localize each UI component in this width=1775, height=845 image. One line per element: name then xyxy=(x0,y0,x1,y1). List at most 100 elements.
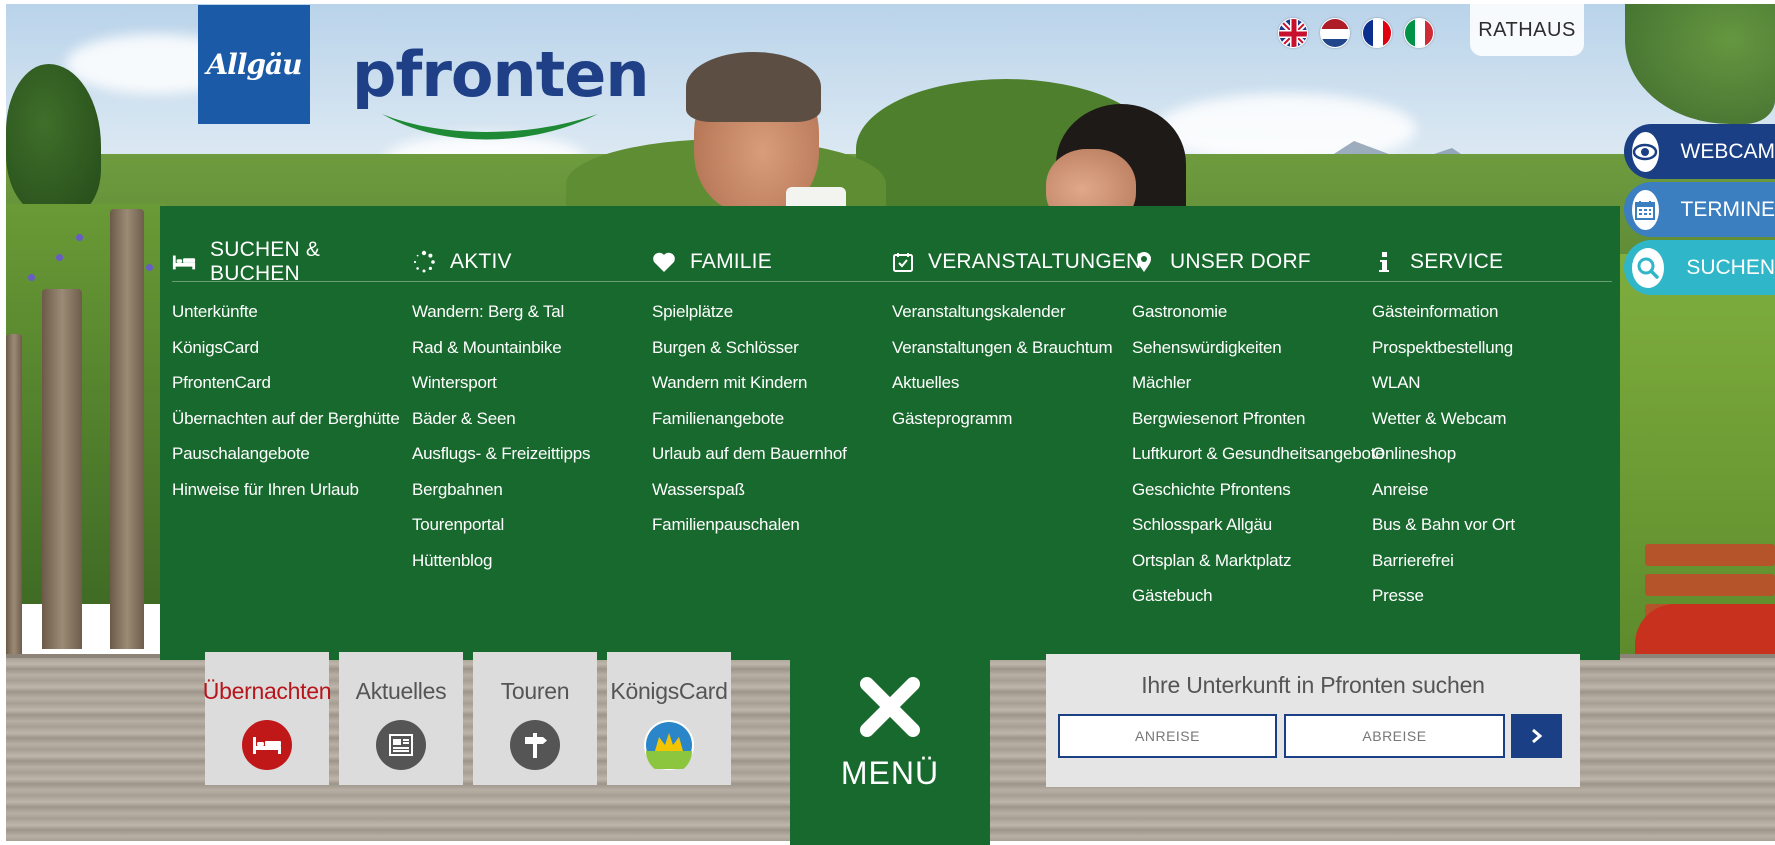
menu-link-tourenportal[interactable]: Tourenportal xyxy=(412,507,652,543)
menu-heading-veranstaltungen[interactable]: VERANSTALTUNGEN xyxy=(892,242,1141,282)
menu-close-button[interactable]: MENÜ xyxy=(790,652,990,845)
menu-heading-service[interactable]: SERVICE xyxy=(1372,242,1612,282)
logo-swoosh-icon xyxy=(382,114,598,140)
close-icon xyxy=(859,676,921,743)
menu-column-unser-dorf: UNSER DORF Gastronomie Sehenswürdigkeite… xyxy=(1132,242,1385,614)
calendar-icon xyxy=(1632,189,1659,230)
menu-column-suchen-buchen: SUCHEN & BUCHEN Unterkünfte KönigsCard P… xyxy=(172,238,412,508)
menu-link-maechler[interactable]: Mächler xyxy=(1132,365,1372,401)
tile-touren[interactable]: Touren xyxy=(473,652,597,785)
heart-icon xyxy=(652,250,676,274)
menu-link-familienpauschalen[interactable]: Familienpauschalen xyxy=(652,507,892,543)
menu-link-familienangebote[interactable]: Familienangebote xyxy=(652,401,892,437)
menu-link-huettenblog[interactable]: Hüttenblog xyxy=(412,543,652,579)
menu-link-presse[interactable]: Presse xyxy=(1372,578,1612,614)
search-submit-button[interactable] xyxy=(1511,714,1562,758)
koenigscard-icon xyxy=(644,720,694,770)
menu-heading-label: VERANSTALTUNGEN xyxy=(928,249,1142,273)
newspaper-icon xyxy=(376,720,426,770)
arrival-date-field[interactable]: ANREISE xyxy=(1058,714,1277,758)
signpost-icon xyxy=(510,720,560,770)
menu-link-unterkuenfte[interactable]: Unterkünfte xyxy=(172,294,412,330)
departure-date-field[interactable]: ABREISE xyxy=(1284,714,1505,758)
rathaus-button[interactable]: RATHAUS xyxy=(1470,4,1584,56)
menu-link-pauschalangebote[interactable]: Pauschalangebote xyxy=(172,436,412,472)
termine-tab[interactable]: TERMINE xyxy=(1624,182,1775,237)
menu-link-bergbahnen[interactable]: Bergbahnen xyxy=(412,472,652,508)
menu-link-geschichte[interactable]: Geschichte Pfrontens xyxy=(1132,472,1372,508)
menu-link-ausflugstipps[interactable]: Ausflugs- & Freizeittipps xyxy=(412,436,652,472)
menu-link-sehenswuerdigkeiten[interactable]: Sehenswürdigkeiten xyxy=(1132,330,1372,366)
tile-label: Touren xyxy=(500,678,570,704)
menu-link-wandern[interactable]: Wandern: Berg & Tal xyxy=(412,294,652,330)
menu-link-baeder[interactable]: Bäder & Seen xyxy=(412,401,652,437)
menu-link-hinweise[interactable]: Hinweise für Ihren Urlaub xyxy=(172,472,412,508)
tile-label: Übernachten xyxy=(202,678,332,704)
menu-link-gastronomie[interactable]: Gastronomie xyxy=(1132,294,1372,330)
info-icon xyxy=(1372,250,1396,274)
tile-label: KönigsCard xyxy=(610,678,728,704)
menu-link-luftkurort[interactable]: Luftkurort & Gesundheitsangebote xyxy=(1132,436,1385,472)
menu-link-bauernhof[interactable]: Urlaub auf dem Bauernhof xyxy=(652,436,892,472)
menu-button-label: MENÜ xyxy=(840,755,940,791)
menu-heading-label: SERVICE xyxy=(1410,249,1504,273)
menu-heading-label: SUCHEN & BUCHEN xyxy=(210,237,321,285)
english-flag-icon[interactable] xyxy=(1278,18,1308,48)
tile-uebernachten[interactable]: Übernachten xyxy=(202,652,332,785)
pfronten-logo[interactable]: pfronten xyxy=(352,38,650,150)
menu-link-bus-bahn[interactable]: Bus & Bahn vor Ort xyxy=(1372,507,1612,543)
bed-icon xyxy=(172,250,196,274)
menu-link-burgen[interactable]: Burgen & Schlösser xyxy=(652,330,892,366)
suchen-tab-label: SUCHEN xyxy=(1686,255,1775,279)
menu-link-wlan[interactable]: WLAN xyxy=(1372,365,1612,401)
menu-link-veranstaltungskalender[interactable]: Veranstaltungskalender xyxy=(892,294,1132,330)
accommodation-search-box: Ihre Unterkunft in Pfronten suchen ANREI… xyxy=(1046,654,1580,787)
dots-circle-icon xyxy=(412,250,436,274)
french-flag-icon[interactable] xyxy=(1362,18,1392,48)
eye-icon xyxy=(1632,131,1659,172)
pfronten-logo-text: pfronten xyxy=(352,38,650,111)
menu-link-pfrontencard[interactable]: PfrontenCard xyxy=(172,365,412,401)
menu-heading-label: AKTIV xyxy=(450,249,512,273)
menu-link-koenigscard[interactable]: KönigsCard xyxy=(172,330,412,366)
menu-heading-unser-dorf[interactable]: UNSER DORF xyxy=(1132,242,1372,282)
menu-link-anreise[interactable]: Anreise xyxy=(1372,472,1612,508)
suchen-tab[interactable]: SUCHEN xyxy=(1624,240,1775,295)
menu-heading-aktiv[interactable]: AKTIV xyxy=(412,242,652,282)
menu-link-rad[interactable]: Rad & Mountainbike xyxy=(412,330,652,366)
italian-flag-icon[interactable] xyxy=(1404,18,1434,48)
menu-link-gaestebuch[interactable]: Gästebuch xyxy=(1132,578,1372,614)
menu-link-gaesteprogramm[interactable]: Gästeprogramm xyxy=(892,401,1132,437)
menu-link-aktuelles[interactable]: Aktuelles xyxy=(892,365,1132,401)
menu-link-ortsplan[interactable]: Ortsplan & Marktplatz xyxy=(1132,543,1372,579)
menu-link-wetter-webcam[interactable]: Wetter & Webcam xyxy=(1372,401,1612,437)
menu-link-bergwiesenort[interactable]: Bergwiesenort Pfronten xyxy=(1132,401,1372,437)
webcam-tab[interactable]: WEBCAM xyxy=(1624,124,1775,179)
menu-heading-label: UNSER DORF xyxy=(1170,249,1311,273)
dutch-flag-icon[interactable] xyxy=(1320,18,1350,48)
menu-column-aktiv: AKTIV Wandern: Berg & Tal Rad & Mountain… xyxy=(412,242,652,578)
menu-heading-label: FAMILIE xyxy=(690,249,772,273)
tile-koenigscard[interactable]: KönigsCard xyxy=(607,652,731,785)
menu-link-schlosspark[interactable]: Schlosspark Allgäu xyxy=(1132,507,1372,543)
mega-menu-panel: SUCHEN & BUCHEN Unterkünfte KönigsCard P… xyxy=(160,206,1620,660)
menu-link-prospektbestellung[interactable]: Prospektbestellung xyxy=(1372,330,1612,366)
menu-link-wasserspass[interactable]: Wasserspaß xyxy=(652,472,892,508)
menu-link-brauchtum[interactable]: Veranstaltungen & Brauchtum xyxy=(892,330,1132,366)
tile-aktuelles[interactable]: Aktuelles xyxy=(339,652,463,785)
menu-link-barrierefrei[interactable]: Barrierefrei xyxy=(1372,543,1612,579)
menu-link-berghuette[interactable]: Übernachten auf der Berghütte xyxy=(172,401,412,437)
menu-link-wandern-kinder[interactable]: Wandern mit Kindern xyxy=(652,365,892,401)
search-icon xyxy=(1632,247,1665,288)
menu-heading-suchen-buchen[interactable]: SUCHEN & BUCHEN xyxy=(172,238,412,285)
allgaeu-logo-text: Allgäu xyxy=(206,48,302,81)
menu-link-gaesteinformation[interactable]: Gästeinformation xyxy=(1372,294,1612,330)
side-quick-tabs: WEBCAM TERMINE SUCHEN xyxy=(1624,124,1775,298)
menu-link-onlineshop[interactable]: Onlineshop xyxy=(1372,436,1612,472)
chevron-right-icon xyxy=(1531,728,1542,744)
menu-link-spielplaetze[interactable]: Spielplätze xyxy=(652,294,892,330)
allgaeu-logo[interactable]: Allgäu xyxy=(198,5,310,124)
search-title: Ihre Unterkunft in Pfronten suchen xyxy=(1141,672,1485,698)
menu-heading-familie[interactable]: FAMILIE xyxy=(652,242,892,282)
menu-link-wintersport[interactable]: Wintersport xyxy=(412,365,652,401)
